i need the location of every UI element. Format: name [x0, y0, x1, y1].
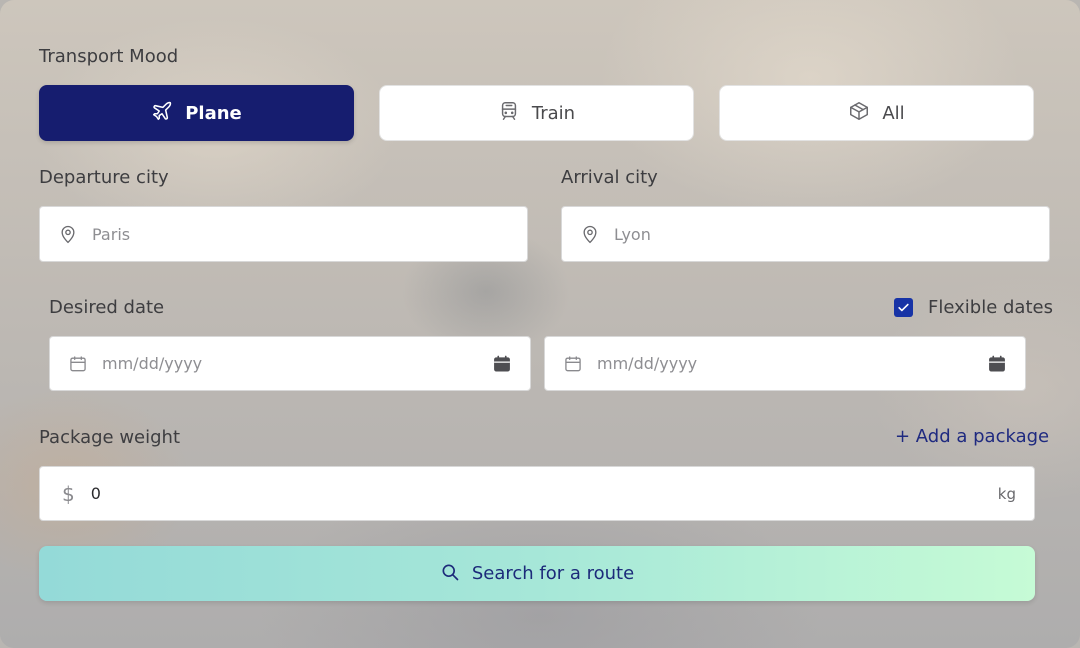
arrival-city-input[interactable]: Lyon	[561, 206, 1050, 262]
package-weight-input[interactable]: $ 0 kg	[39, 466, 1035, 521]
search-route-label: Search for a route	[471, 563, 635, 584]
route-search-form: Transport Mood Plane Train All Departure…	[0, 0, 1080, 648]
location-pin-icon	[580, 223, 600, 245]
plane-icon	[151, 100, 173, 127]
end-date-input[interactable]: mm/dd/yyyy	[544, 336, 1026, 391]
mode-train-label: Train	[531, 102, 576, 124]
dollar-icon: $	[62, 481, 75, 506]
mode-all-button[interactable]: All	[719, 85, 1034, 141]
package-weight-value: 0	[90, 484, 101, 503]
calendar-picker-icon[interactable]	[987, 354, 1007, 374]
departure-city-placeholder: Paris	[92, 224, 131, 244]
arrival-city-label: Arrival city	[561, 167, 658, 188]
flexible-dates-label: Flexible dates	[928, 297, 1053, 318]
calendar-picker-icon[interactable]	[492, 354, 512, 374]
calendar-outline-icon	[68, 354, 88, 374]
flexible-dates-checkbox[interactable]	[894, 298, 913, 317]
calendar-outline-icon	[563, 354, 583, 374]
mode-train-button[interactable]: Train	[379, 85, 694, 141]
end-date-placeholder: mm/dd/yyyy	[597, 354, 698, 373]
departure-city-label: Departure city	[39, 167, 169, 188]
weight-unit: kg	[997, 484, 1016, 503]
train-icon	[498, 100, 520, 127]
location-pin-icon	[58, 223, 78, 245]
desired-date-label: Desired date	[49, 297, 165, 318]
transport-mode-label: Transport Mood	[39, 46, 179, 67]
mode-plane-button[interactable]: Plane	[39, 85, 354, 141]
start-date-placeholder: mm/dd/yyyy	[102, 354, 203, 373]
package-weight-label: Package weight	[39, 427, 181, 448]
search-route-button[interactable]: Search for a route	[39, 546, 1035, 601]
mode-plane-label: Plane	[185, 102, 242, 124]
departure-city-input[interactable]: Paris	[39, 206, 528, 262]
add-package-link[interactable]: + Add a package	[895, 426, 1049, 447]
search-icon	[440, 562, 460, 586]
arrival-city-placeholder: Lyon	[614, 224, 651, 244]
box-icon	[848, 100, 870, 127]
start-date-input[interactable]: mm/dd/yyyy	[49, 336, 531, 391]
mode-all-label: All	[882, 102, 905, 124]
